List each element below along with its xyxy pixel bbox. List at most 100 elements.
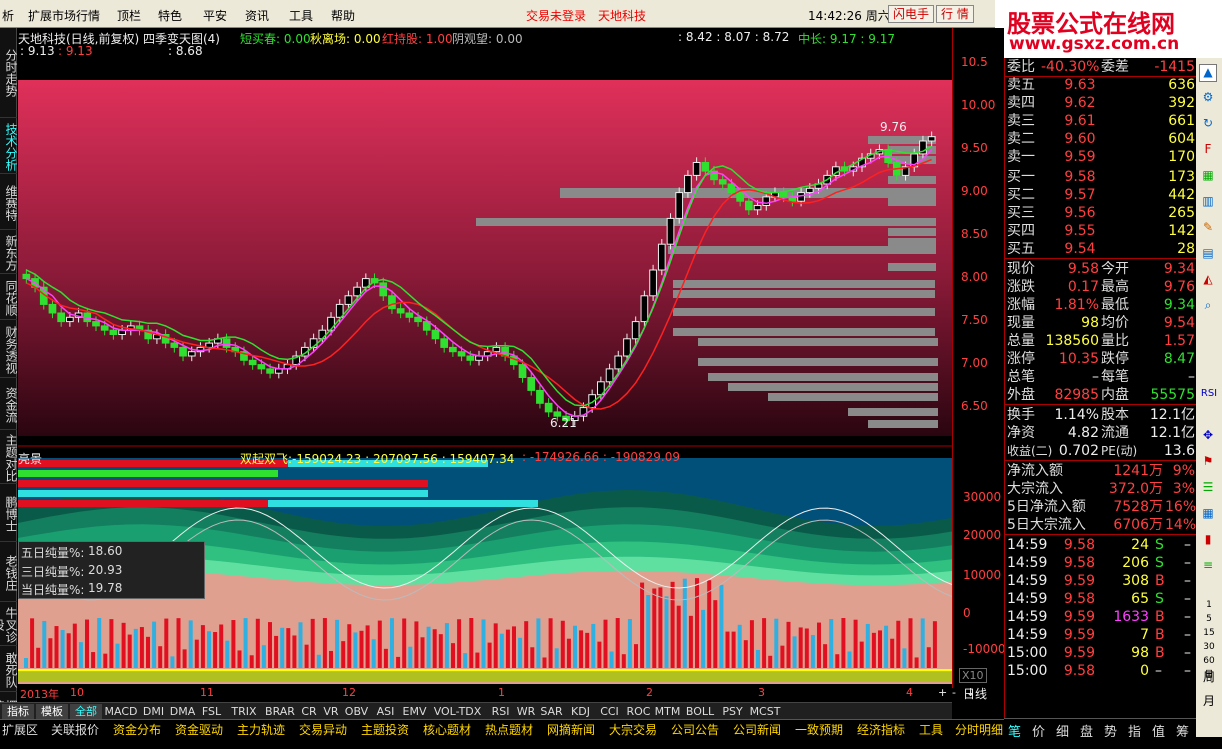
grid-icon[interactable]: ▦ — [1199, 168, 1217, 186]
extension-tab[interactable]: 主力轨迹 — [237, 721, 285, 738]
extension-tab[interactable]: 核心题材 — [423, 721, 471, 738]
extension-tab[interactable]: 公司公告 — [671, 721, 719, 738]
candle-body — [927, 136, 936, 142]
move-icon[interactable]: ✥ — [1199, 428, 1217, 446]
window-icon[interactable]: ▤ — [1199, 246, 1217, 264]
indicator-tab[interactable]: WR — [516, 704, 536, 720]
extension-tab[interactable]: 一致预期 — [795, 721, 843, 738]
mid-long-label-text: 中长: — [798, 32, 827, 46]
bar-chart-icon[interactable]: ▮ — [1199, 532, 1217, 550]
extension-tab[interactable]: 公司新闻 — [733, 721, 781, 738]
left-tab-4[interactable]: 同花顺 — [0, 276, 18, 320]
flow-label: 大宗流入 — [1007, 481, 1063, 497]
up-arrow-icon[interactable]: ▲ — [1199, 64, 1217, 82]
indicator-tab[interactable]: MTM — [654, 704, 681, 720]
list-icon[interactable]: ☰ — [1199, 480, 1217, 498]
menu-item-help[interactable]: 帮助 — [331, 7, 355, 24]
lines-icon[interactable]: ≡ — [1199, 558, 1217, 576]
extension-tab[interactable]: 经济指标 — [857, 721, 905, 738]
indicator-tab[interactable]: TRIX — [227, 704, 261, 720]
menu-item-analysis[interactable]: 析 — [2, 7, 14, 24]
extension-tab[interactable]: 交易异动 — [299, 721, 347, 738]
left-tab-0[interactable]: 分时走势 — [0, 28, 18, 118]
volume-profile-bar — [888, 176, 936, 184]
tick-price: 9.58 — [1063, 537, 1095, 553]
indicator-tab[interactable]: DMI — [140, 704, 167, 720]
menu-item-top-bar[interactable]: 顶栏 — [117, 7, 141, 24]
indicator-tab[interactable]: RSI — [487, 704, 514, 720]
indicator-tab[interactable]: ASI — [372, 704, 399, 720]
extension-tab[interactable]: 资金分布 — [113, 721, 161, 738]
indicator-tab[interactable]: 全部 — [70, 704, 102, 720]
indicator-tab[interactable]: PSY — [719, 704, 746, 720]
pen-icon[interactable]: ✎ — [1199, 220, 1217, 238]
volume-bar — [725, 631, 730, 668]
extension-tab[interactable]: 资金驱动 — [175, 721, 223, 738]
trade-login-status[interactable]: 交易未登录 — [526, 7, 586, 24]
status-strip — [0, 737, 1222, 749]
period-label[interactable]: 日线 — [963, 685, 987, 702]
quote-button[interactable]: 行 情 — [936, 5, 974, 23]
indicator-tab[interactable]: BOLL — [683, 704, 717, 720]
menu-item-news[interactable]: 资讯 — [245, 7, 269, 24]
menu-item-tools[interactable]: 工具 — [289, 7, 313, 24]
left-tab-11[interactable]: 敢死队 — [0, 648, 18, 692]
price-axis-tick: 10.00 — [961, 98, 996, 112]
settings-icon[interactable]: ⚙ — [1199, 90, 1217, 108]
indicator-tab[interactable]: BRAR — [263, 704, 297, 720]
indicator-tab[interactable]: OBV — [343, 704, 370, 720]
menu-item-special[interactable]: 特色 — [158, 7, 182, 24]
left-tab-10[interactable]: 牛叉诊股 — [0, 604, 18, 646]
indicator-tab[interactable]: MCST — [748, 704, 782, 720]
indicator-tab[interactable]: SAR — [538, 704, 565, 720]
menu-item-pingan[interactable]: 平安 — [203, 7, 227, 24]
extension-tab[interactable]: 网摘新闻 — [547, 721, 595, 738]
left-tab-6[interactable]: 资金流 — [0, 380, 18, 430]
extension-tab[interactable]: 扩展区 — [2, 721, 38, 738]
magnify-icon[interactable]: ⌕ — [1199, 298, 1217, 316]
month-button[interactable]: 月 — [1199, 692, 1219, 710]
extension-tab[interactable]: 工具 — [919, 721, 943, 738]
date-axis-tool[interactable]: + — [938, 686, 947, 699]
legend-3day-label: 三日纯量%: — [21, 565, 85, 579]
indicator-tab[interactable]: CR — [299, 704, 319, 720]
indicator-tab[interactable]: ROC — [625, 704, 652, 720]
volume-bar — [579, 630, 584, 668]
flash-trade-button[interactable]: 闪电手 — [888, 5, 935, 23]
left-tab-2[interactable]: 维赛特 — [0, 176, 18, 230]
indicator-tab[interactable]: FSL — [198, 704, 225, 720]
indicator-tab[interactable]: 指标 — [2, 704, 34, 720]
indicator-tab[interactable]: MACD — [104, 704, 138, 720]
indicator-tab[interactable]: VOL-TDX — [430, 704, 485, 720]
menu-item-extended-market[interactable]: 扩展市场行情 — [28, 7, 100, 24]
left-tab-3[interactable]: 新东方 — [0, 232, 18, 274]
indicator-tab[interactable]: KDJ — [567, 704, 594, 720]
extension-tab[interactable]: 主题投资 — [361, 721, 409, 738]
indicator-tab[interactable]: DMA — [169, 704, 196, 720]
left-tab-1[interactable]: 技术分析 — [0, 120, 18, 174]
tick-time: 14:59 — [1007, 591, 1048, 607]
main-chart-background — [18, 80, 952, 436]
bars-icon[interactable]: ▥ — [1199, 194, 1217, 212]
indicator-tab[interactable]: 模板 — [36, 704, 68, 720]
chart-icon[interactable]: ◭ — [1199, 272, 1217, 290]
table-icon[interactable]: ▦ — [1199, 506, 1217, 524]
extension-tab[interactable]: 分时明细 — [955, 721, 1003, 738]
flag-icon[interactable]: ⚑ — [1199, 454, 1217, 472]
rsi-button[interactable]: RSI — [1196, 388, 1222, 399]
f-icon[interactable]: F — [1199, 142, 1217, 160]
left-tab-7[interactable]: 主题对比 — [0, 432, 18, 484]
indicator-tab[interactable]: CCI — [596, 704, 623, 720]
extension-tab[interactable]: 大宗交易 — [609, 721, 657, 738]
indicator-tab[interactable]: EMV — [401, 704, 428, 720]
left-tab-5[interactable]: 财务透视 — [0, 322, 18, 378]
week-button[interactable]: 周 — [1199, 668, 1219, 686]
indicator-tab[interactable]: VR — [321, 704, 341, 720]
left-tab-9[interactable]: 老钱庄 — [0, 544, 18, 602]
sub-chart-name: 亮景 — [18, 452, 43, 466]
left-tab-8[interactable]: 鹏博士 — [0, 486, 18, 542]
extension-tab[interactable]: 关联报价 — [51, 721, 99, 738]
refresh-icon[interactable]: ↻ — [1199, 116, 1217, 134]
fund-value-1: 0.702 — [1058, 443, 1099, 459]
extension-tab[interactable]: 热点题材 — [485, 721, 533, 738]
